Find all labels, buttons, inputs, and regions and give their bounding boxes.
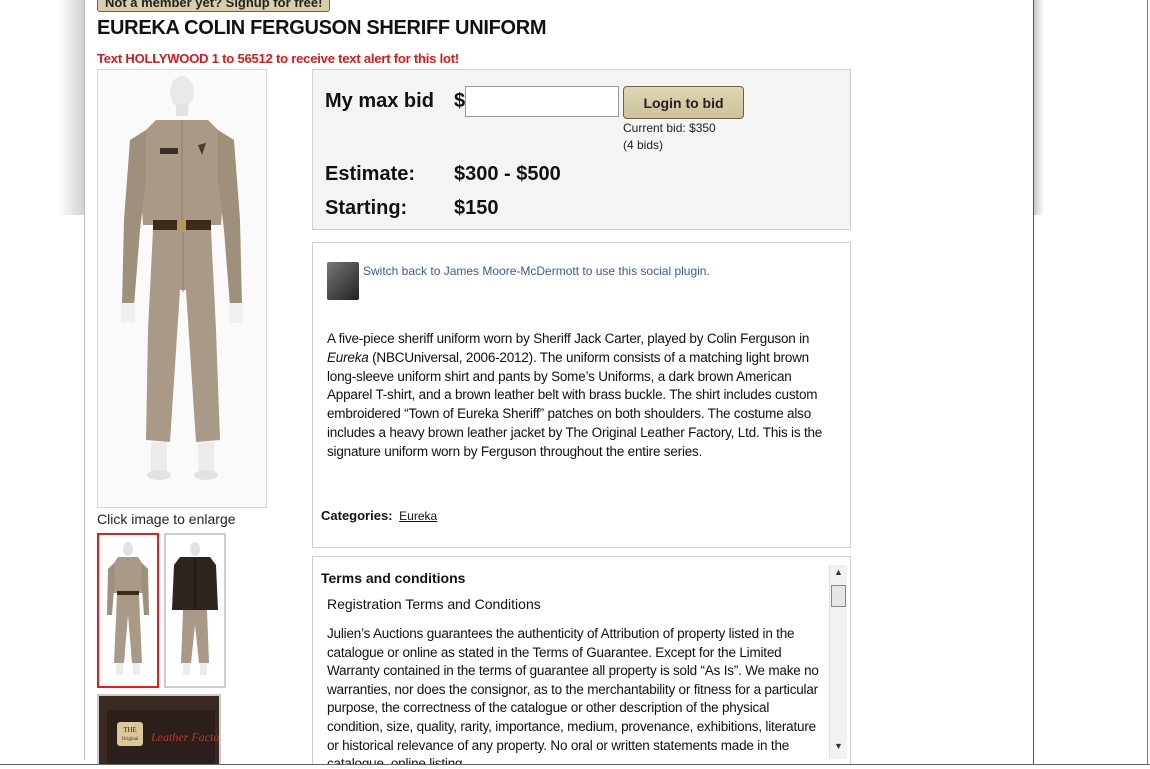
main-product-image[interactable] xyxy=(97,69,267,508)
social-plugin-link[interactable]: Switch back to James Moore-McDermott to … xyxy=(363,264,710,278)
description-text-start: A five-piece sheriff uniform worn by She… xyxy=(327,331,810,346)
terms-body: Julien’s Auctions guarantees the authent… xyxy=(327,626,819,766)
signup-button[interactable]: Not a member yet? Signup for free! xyxy=(97,0,331,12)
lot-description: A five-piece sheriff uniform worn by She… xyxy=(327,330,839,462)
scroll-up-arrow-icon[interactable]: ▲ xyxy=(834,567,843,577)
terms-subheading: Registration Terms and Conditions xyxy=(327,596,541,612)
svg-text:Original: Original xyxy=(122,737,139,742)
max-bid-input[interactable] xyxy=(465,86,619,117)
window-bottom-edge xyxy=(0,764,1150,769)
description-show-title: Eureka xyxy=(327,349,369,365)
starting-label: Starting: xyxy=(325,197,408,219)
bid-panel: My max bid $ Login to bid Current bid: $… xyxy=(312,69,851,230)
terms-heading: Terms and conditions xyxy=(321,570,466,586)
scroll-thumb[interactable] xyxy=(831,585,846,607)
bid-count-text: (4 bids) xyxy=(623,138,664,152)
page-shadow-left xyxy=(58,0,84,215)
estimate-label: Estimate: xyxy=(325,163,416,185)
categories-label: Categories: xyxy=(321,508,393,523)
thumbnail-jacket-label[interactable]: THE Original Leather Factory xyxy=(97,694,221,769)
thumbnail-jacket[interactable] xyxy=(164,533,226,688)
label-script-text: Leather Factory xyxy=(150,730,221,744)
content-border-right xyxy=(1033,0,1034,769)
login-to-bid-button[interactable]: Login to bid xyxy=(623,86,744,119)
terms-scrollbar[interactable]: ▲ ▼ xyxy=(829,565,847,759)
label-badge-text: THE xyxy=(123,726,137,734)
window-edge xyxy=(1147,0,1148,769)
currency-symbol: $ xyxy=(454,90,466,112)
starting-value: $150 xyxy=(454,197,499,219)
leather-factory-label-image: THE Original Leather Factory xyxy=(99,696,221,767)
description-panel: Switch back to James Moore-McDermott to … xyxy=(312,242,851,548)
category-link-eureka[interactable]: Eureka xyxy=(399,509,437,523)
categories-row: Categories: Eureka xyxy=(321,508,437,523)
description-text-end: (NBCUniversal, 2006-2012). The uniform c… xyxy=(327,349,823,459)
thumbnail-uniform-front[interactable] xyxy=(97,533,159,688)
content-border-left xyxy=(84,0,85,760)
uniform-image xyxy=(121,76,243,480)
max-bid-label: My max bid xyxy=(325,90,434,112)
enlarge-caption: Click image to enlarge xyxy=(97,511,236,527)
terms-panel: Terms and conditions Registration Terms … xyxy=(312,556,851,766)
page-shadow-right xyxy=(1034,0,1044,215)
current-bid-info: Current bid: $350 (4 bids) xyxy=(623,120,716,154)
social-avatar xyxy=(327,262,359,300)
estimate-value: $300 - $500 xyxy=(454,163,561,185)
text-alert-notice: Text HOLLYWOOD 1 to 56512 to receive tex… xyxy=(97,51,460,66)
lot-title: EUREKA COLIN FERGUSON SHERIFF UNIFORM xyxy=(97,17,547,39)
scroll-down-arrow-icon[interactable]: ▼ xyxy=(834,741,843,751)
thumbnail-uniform-image xyxy=(107,542,149,675)
current-bid-text: Current bid: $350 xyxy=(623,121,716,135)
thumbnail-jacket-image xyxy=(172,542,218,675)
